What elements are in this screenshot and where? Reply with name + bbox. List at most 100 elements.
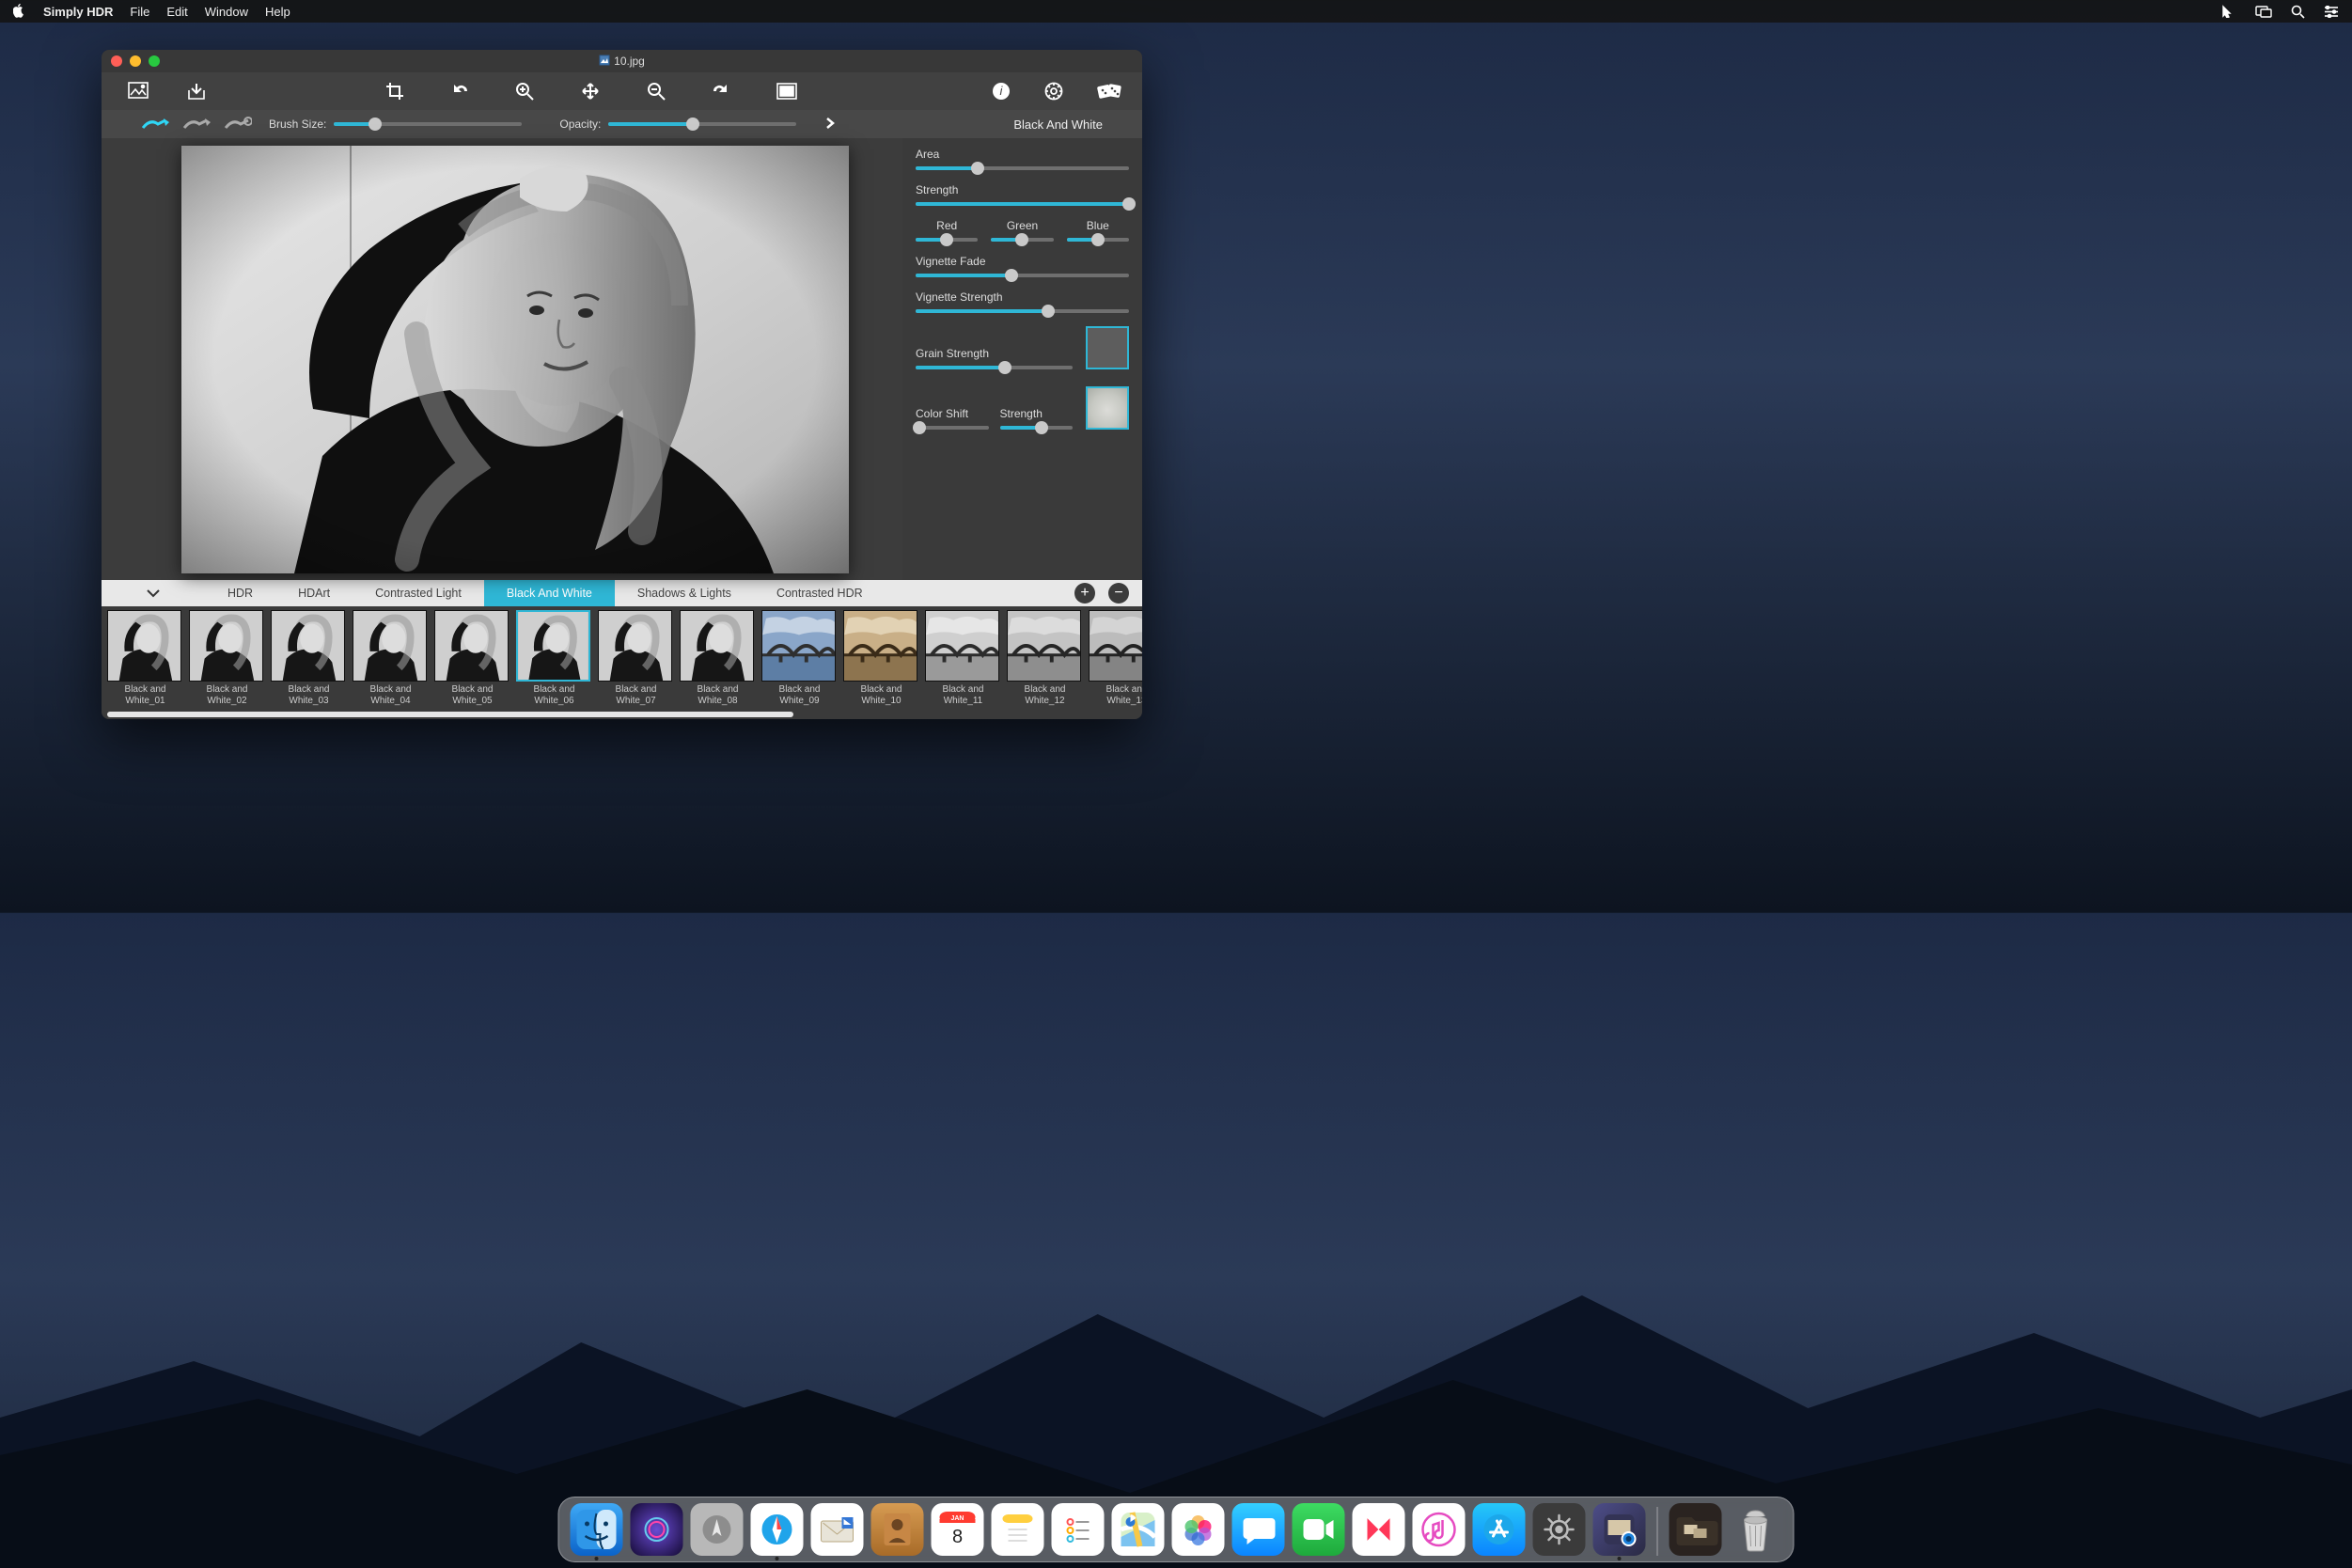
vignette-strength-slider[interactable] [916, 309, 1129, 313]
dock-photos[interactable] [1172, 1503, 1225, 1556]
redo-button[interactable] [713, 83, 729, 100]
category-tab-contrasted-hdr[interactable]: Contrasted HDR [754, 580, 886, 606]
blue-slider[interactable] [1067, 238, 1129, 242]
zoom-out-button[interactable] [647, 82, 666, 101]
preset-thumb[interactable]: Black andWhite_10 [843, 610, 919, 707]
category-tab-black-and-white[interactable]: Black And White [484, 580, 615, 606]
preset-thumb[interactable]: Black andWhite_13 [1089, 610, 1142, 707]
settings-button[interactable] [1044, 82, 1063, 101]
green-slider[interactable] [991, 238, 1053, 242]
preset-scrollbar[interactable] [107, 712, 793, 717]
dock-appstore[interactable] [1473, 1503, 1526, 1556]
svg-text:8: 8 [952, 1527, 963, 1547]
dock-simply-hdr[interactable] [1593, 1503, 1646, 1556]
undo-button[interactable] [451, 83, 468, 100]
toolbar: i [102, 72, 1142, 110]
category-tab-contrasted-light[interactable]: Contrasted Light [353, 580, 484, 606]
dock-contacts[interactable] [871, 1503, 924, 1556]
dock-folder[interactable] [1670, 1503, 1722, 1556]
preset-label: White_09 [761, 696, 838, 707]
preset-thumb[interactable]: Black andWhite_09 [761, 610, 838, 707]
preset-thumb[interactable]: Black andWhite_02 [189, 610, 265, 707]
dock-facetime[interactable] [1293, 1503, 1345, 1556]
expand-subbar-button[interactable] [824, 117, 836, 133]
vignette-fade-slider[interactable] [916, 274, 1129, 277]
cursor-status-icon[interactable] [2221, 5, 2236, 18]
dock-reminders[interactable] [1052, 1503, 1105, 1556]
preset-label: Black and [680, 684, 756, 696]
category-tab-hdr[interactable]: HDR [205, 580, 275, 606]
dock-music[interactable] [1413, 1503, 1466, 1556]
dock-calendar[interactable]: JAN8 [932, 1503, 984, 1556]
preset-thumb[interactable]: Black andWhite_04 [353, 610, 429, 707]
apple-menu-icon[interactable] [13, 4, 26, 19]
app-window: 10.jpg i Brush Size: Opa [102, 50, 1142, 719]
dock-safari[interactable] [751, 1503, 804, 1556]
remove-preset-button[interactable]: − [1108, 583, 1129, 604]
close-window-button[interactable] [111, 55, 122, 67]
red-slider[interactable] [916, 238, 978, 242]
open-image-button[interactable] [128, 82, 149, 101]
preset-strip[interactable]: Black andWhite_01Black andWhite_02Black … [102, 606, 1142, 719]
screen-mirroring-icon[interactable] [2255, 5, 2272, 18]
compare-original-button[interactable] [776, 83, 797, 100]
dock-news[interactable] [1353, 1503, 1405, 1556]
brush-size-slider[interactable] [334, 122, 522, 126]
dock-siri[interactable] [631, 1503, 683, 1556]
app-name[interactable]: Simply HDR [43, 5, 113, 19]
grain-swatch[interactable] [1086, 326, 1129, 369]
dock-notes[interactable] [992, 1503, 1044, 1556]
preset-thumb[interactable]: Black andWhite_03 [271, 610, 347, 707]
preset-thumb[interactable]: Black andWhite_11 [925, 610, 1001, 707]
dock-mail[interactable] [811, 1503, 864, 1556]
category-bar: HDRHDArtContrasted LightBlack And WhiteS… [102, 580, 1142, 606]
preset-thumb[interactable]: Black andWhite_05 [434, 610, 510, 707]
preset-thumb[interactable]: Black andWhite_06 [516, 610, 592, 707]
save-export-button[interactable] [186, 82, 207, 101]
add-preset-button[interactable]: + [1074, 583, 1095, 604]
dock-maps[interactable] [1112, 1503, 1165, 1556]
preset-thumb[interactable]: Black andWhite_12 [1007, 610, 1083, 707]
opacity-slider[interactable] [608, 122, 796, 126]
menu-window[interactable]: Window [205, 5, 248, 19]
info-button[interactable]: i [992, 82, 1011, 101]
grain-strength-slider[interactable] [916, 366, 1073, 369]
minimize-window-button[interactable] [130, 55, 141, 67]
brush-tool-2[interactable] [182, 117, 211, 132]
preset-label: White_06 [516, 696, 592, 707]
fit-pan-button[interactable] [581, 82, 600, 101]
titlebar[interactable]: 10.jpg [102, 50, 1142, 72]
preset-thumb[interactable]: Black andWhite_08 [680, 610, 756, 707]
brush-tool-3[interactable] [224, 117, 252, 132]
dock-finder[interactable] [571, 1503, 623, 1556]
random-dice-button[interactable] [1097, 82, 1121, 101]
control-center-icon[interactable] [2324, 6, 2339, 18]
preset-thumb[interactable]: Black andWhite_07 [598, 610, 674, 707]
zoom-in-button[interactable] [515, 82, 534, 101]
preset-label: Black and [1089, 684, 1142, 696]
category-tab-shadows-lights[interactable]: Shadows & Lights [615, 580, 754, 606]
texture-swatch[interactable] [1086, 386, 1129, 430]
menu-edit[interactable]: Edit [166, 5, 187, 19]
menu-help[interactable]: Help [265, 5, 290, 19]
vignette-fade-label: Vignette Fade [916, 255, 1129, 268]
menu-file[interactable]: File [130, 5, 149, 19]
dock-preferences[interactable] [1533, 1503, 1586, 1556]
canvas-area[interactable] [102, 138, 902, 580]
cs-strength-slider[interactable] [1000, 426, 1074, 430]
crop-button[interactable] [385, 82, 404, 101]
dock-launchpad[interactable] [691, 1503, 744, 1556]
dock-messages[interactable] [1232, 1503, 1285, 1556]
color-shift-slider[interactable] [916, 426, 989, 430]
category-tab-hdart[interactable]: HDArt [275, 580, 353, 606]
spotlight-search-icon[interactable] [2291, 5, 2305, 19]
fullscreen-window-button[interactable] [149, 55, 160, 67]
area-slider[interactable] [916, 166, 1129, 170]
dock-trash[interactable] [1730, 1503, 1782, 1556]
category-disclosure[interactable] [102, 580, 205, 606]
preset-thumb[interactable]: Black andWhite_01 [107, 610, 183, 707]
brush-tool-1[interactable] [141, 117, 169, 132]
preset-label: Black and [516, 684, 592, 696]
strength-slider[interactable] [916, 202, 1129, 206]
cs-strength-label: Strength [1000, 407, 1074, 420]
